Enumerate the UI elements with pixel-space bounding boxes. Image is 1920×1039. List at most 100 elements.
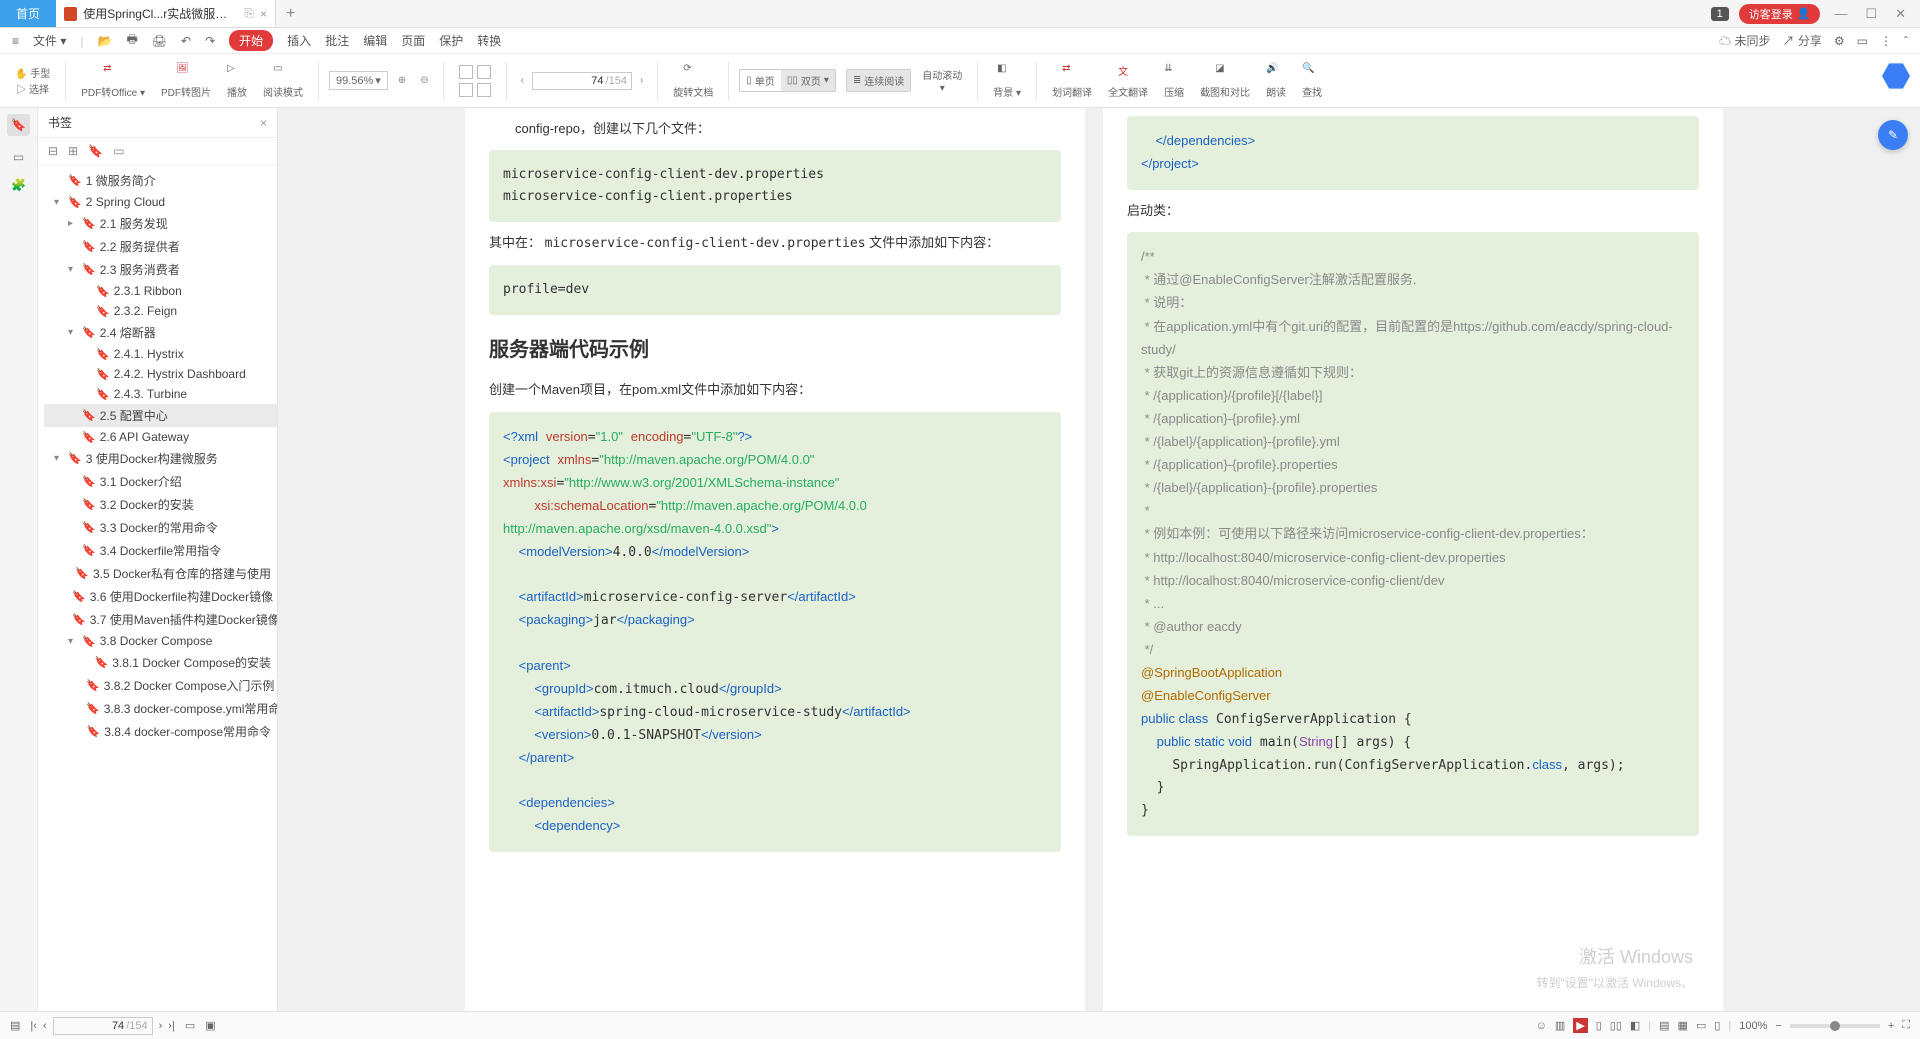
bookmark-item[interactable]: 🔖3.8.3 docker-compose.yml常用命令 (44, 697, 277, 720)
undo-icon[interactable]: ↶ (181, 34, 191, 48)
compress-tool[interactable]: ⇊压缩 (1159, 63, 1189, 99)
bookmark-item[interactable]: 🔖2.3.2. Feign (44, 301, 277, 321)
tab-pin-icon[interactable]: ⎘ (244, 6, 254, 21)
window-icon[interactable]: ▭ (1857, 34, 1868, 48)
layout-icon[interactable]: ▯ (1714, 1019, 1720, 1032)
menu-file[interactable]: 文件 ▾ (33, 32, 66, 49)
autoscroll-tool[interactable]: 自动滚动▾ (917, 67, 967, 94)
collapse-all-icon[interactable]: ⊞ (68, 144, 78, 158)
bookmark-panel-icon[interactable]: 🔖 (7, 114, 30, 136)
prev-page-icon[interactable]: ‹ (43, 1020, 47, 1032)
new-tab-button[interactable]: + (276, 0, 305, 27)
zoom-out-icon[interactable]: − (1775, 1020, 1781, 1032)
fulltrans-tool[interactable]: 文全文翻译 (1103, 63, 1153, 99)
thumbnail-panel-icon[interactable]: ▭ (13, 150, 24, 164)
bookmark-item[interactable]: 🔖2.6 API Gateway (44, 427, 277, 447)
emoji-icon[interactable]: ☺ (1536, 1020, 1547, 1032)
first-page-icon[interactable]: |‹ (30, 1020, 37, 1032)
status-icon[interactable]: ▣ (205, 1019, 215, 1032)
bookmark-item[interactable]: 🔖3.4 Dockerfile常用指令 (44, 539, 277, 562)
zoom-slider[interactable] (1790, 1024, 1880, 1028)
status-zoom[interactable]: 100% (1739, 1020, 1767, 1032)
bookmark-item[interactable]: 🔖3.5 Docker私有仓库的搭建与使用 (44, 562, 277, 585)
menu-protect[interactable]: 保护 (439, 32, 463, 49)
attachment-panel-icon[interactable]: 🧩 (11, 178, 26, 192)
view-mode-icon[interactable]: ▥ (1555, 1019, 1565, 1032)
view-mode-icon[interactable]: ▯▯ (1610, 1019, 1622, 1032)
page-layout-toggle[interactable]: ▯ 单页 ▯▯ 双页 ▾ (739, 69, 836, 92)
page-input[interactable]: 74 /154 (532, 72, 632, 90)
bookmark-item[interactable]: 🔖2.5 配置中心 (44, 404, 277, 427)
minimize-icon[interactable]: — (1830, 6, 1851, 21)
menu-start[interactable]: 开始 (229, 30, 273, 51)
bookmark-item[interactable]: 🔖3.7 使用Maven插件构建Docker镜像 (44, 608, 277, 631)
play-tool[interactable]: ▷播放 (222, 63, 252, 99)
window-close-icon[interactable]: ✕ (1891, 6, 1910, 22)
menu-insert[interactable]: 插入 (287, 32, 311, 49)
maximize-icon[interactable]: ☐ (1861, 6, 1881, 22)
printer-icon[interactable]: 🖨 (152, 34, 167, 48)
gear-icon[interactable]: ⚙ (1834, 34, 1845, 48)
bookmark-item[interactable]: 🔖3.1 Docker介绍 (44, 470, 277, 493)
bookmark-item[interactable]: ▾🔖2.3 服务消费者 (44, 258, 277, 281)
bookmark-item[interactable]: 🔖2.4.2. Hystrix Dashboard (44, 364, 277, 384)
bookmark-item[interactable]: 🔖3.6 使用Dockerfile构建Docker镜像 (44, 585, 277, 608)
cloud-sync[interactable]: ☁ 未同步 (1719, 32, 1770, 49)
open-icon[interactable]: 📂 (98, 34, 113, 48)
add-bookmark-icon[interactable]: 🔖 (88, 144, 103, 158)
continuous-button[interactable]: ≣ 连续阅读 (847, 70, 910, 91)
notification-badge[interactable]: 1 (1711, 7, 1729, 21)
layout-icon[interactable]: ▤ (1659, 1019, 1669, 1032)
document-tab[interactable]: 使用SpringCl...r实战微服务.pdf ⎘ × (56, 0, 276, 27)
print-icon[interactable]: 🖶 (126, 30, 137, 51)
pdf2img-tool[interactable]: 🖼PDF转图片 (156, 63, 216, 99)
last-page-icon[interactable]: ›| (168, 1020, 175, 1032)
zoom-out-icon[interactable]: ⊖ (416, 75, 432, 86)
menu-page[interactable]: 页面 (401, 32, 425, 49)
view-mode-icon[interactable]: ▯ (1596, 1019, 1602, 1032)
bookmark-item[interactable]: 🔖3.8.1 Docker Compose的安装 (44, 651, 277, 674)
next-page-icon[interactable]: › (636, 75, 647, 86)
bookmark-item[interactable]: 🔖3.8.4 docker-compose常用命令 (44, 720, 277, 743)
bookmark-item[interactable]: 🔖2.4.3. Turbine (44, 384, 277, 404)
bookmark-item[interactable]: ▾🔖2 Spring Cloud (44, 192, 277, 212)
login-button[interactable]: 访客登录👤 (1739, 4, 1821, 24)
background-tool[interactable]: ◧背景 ▾ (988, 63, 1026, 99)
double-page-button[interactable]: ▯▯ 双页 ▾ (781, 70, 835, 91)
layout-icon[interactable]: ▭ (1696, 1019, 1706, 1032)
bookmark-item[interactable]: 🔖3.8.2 Docker Compose入门示例 (44, 674, 277, 697)
rotate-tool[interactable]: ⟳旋转文档 (668, 63, 718, 99)
hamburger-icon[interactable]: ≡ (12, 34, 19, 48)
bookmark-item[interactable]: 🔖2.2 服务提供者 (44, 235, 277, 258)
bookmark-item[interactable]: 🔖3.2 Docker的安装 (44, 493, 277, 516)
bookmark-item[interactable]: ▸🔖2.1 服务发现 (44, 212, 277, 235)
bookmark-item[interactable]: 🔖3.3 Docker的常用命令 (44, 516, 277, 539)
view-mode-icon[interactable]: ◧ (1630, 1019, 1640, 1032)
bookmark-item[interactable]: 🔖1 微服务简介 (44, 169, 277, 192)
pdf2office-tool[interactable]: ⇄PDF转Office ▾ (76, 63, 150, 99)
status-icon[interactable]: ▭ (185, 1019, 195, 1032)
continuous-toggle[interactable]: ≣ 连续阅读 (846, 69, 911, 92)
close-icon[interactable]: × (260, 7, 267, 21)
bookmark-item[interactable]: 🔖2.4.1. Hystrix (44, 344, 277, 364)
expand-all-icon[interactable]: ⊟ (48, 144, 58, 158)
status-page-input[interactable]: 74/154 (53, 1017, 153, 1035)
cloud-hexagon-icon[interactable] (1882, 62, 1910, 90)
bookmark-item[interactable]: ▾🔖2.4 熔断器 (44, 321, 277, 344)
zoom-in-icon[interactable]: + (1888, 1020, 1894, 1032)
single-page-button[interactable]: ▯ 单页 (740, 70, 781, 91)
find-tool[interactable]: 🔍查找 (1297, 63, 1327, 99)
layout-icon[interactable]: ▦ (1678, 1019, 1688, 1032)
status-thumb-icon[interactable]: ▤ (10, 1019, 20, 1032)
menu-review[interactable]: 批注 (325, 32, 349, 49)
document-area[interactable]: config-repo，创建以下几个文件： microservice-confi… (278, 108, 1920, 1011)
bookmark-item[interactable]: ▾🔖3.8 Docker Compose (44, 631, 277, 651)
bookmark-item[interactable]: ▾🔖3 使用Docker构建微服务 (44, 447, 277, 470)
read-tool[interactable]: 🔊朗读 (1261, 63, 1291, 99)
redo-icon[interactable]: ↷ (205, 34, 215, 48)
fullscreen-icon[interactable]: ⛶ (1902, 1019, 1910, 1032)
prev-page-icon[interactable]: ‹ (517, 75, 528, 86)
zoom-input[interactable]: 99.56% ▾ (329, 71, 388, 90)
view-mode-icon[interactable]: ▶ (1573, 1018, 1587, 1033)
zoom-in-icon[interactable]: ⊕ (394, 75, 410, 86)
